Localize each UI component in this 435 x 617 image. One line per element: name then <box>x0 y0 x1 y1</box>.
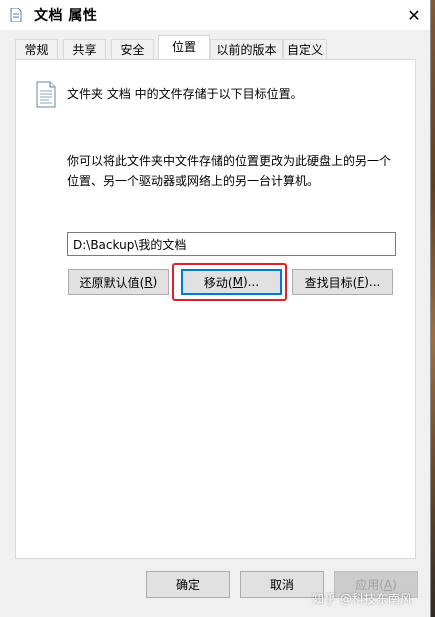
window-title: 文档 属性 <box>34 8 98 24</box>
dialog-footer: 确定 取消 应用(A) <box>0 560 430 617</box>
title-bar[interactable]: 文档 属性 ✕ <box>0 0 430 30</box>
tab-location[interactable]: 位置 <box>158 35 210 59</box>
tab-general[interactable]: 常规 <box>15 39 58 59</box>
document-folder-icon <box>36 81 56 108</box>
tab-sharing[interactable]: 共享 <box>63 39 106 59</box>
watermark: 知乎 @科技东南风 <box>312 592 412 606</box>
ok-button[interactable]: 确定 <box>146 571 230 598</box>
find-accesskey: F <box>357 275 365 289</box>
restore-default-button[interactable]: 还原默认值(R) <box>68 269 169 295</box>
tab-previous-versions[interactable]: 以前的版本 <box>210 39 283 59</box>
find-label-tail: )... <box>364 275 381 289</box>
tab-customize[interactable]: 自定义 <box>283 39 327 59</box>
description-line-1: 你可以将此文件夹中文件存储的位置更改为此硬盘上的另一个 <box>67 154 392 168</box>
find-target-button[interactable]: 查找目标(F)... <box>292 269 393 295</box>
restore-label-tail: ) <box>152 275 158 289</box>
properties-dialog: 文档 属性 ✕ 常规 共享 安全 位置 以前的版本 自定义 文件夹 文档 中的文… <box>0 0 431 617</box>
find-label: 查找目标( <box>304 275 358 290</box>
location-info-text: 文件夹 文档 中的文件存储于以下目标位置。 <box>67 87 303 101</box>
description-line-2: 位置、另一个驱动器或网络上的另一台计算机。 <box>67 174 320 188</box>
target-path-field[interactable] <box>67 232 396 256</box>
location-description: 你可以将此文件夹中文件存储的位置更改为此硬盘上的另一个 位置、另一个驱动器或网络… <box>67 151 407 191</box>
restore-label: 还原默认值( <box>79 275 145 290</box>
document-icon <box>10 8 22 22</box>
move-button-highlight <box>172 263 287 301</box>
close-icon: ✕ <box>407 5 421 25</box>
close-button[interactable]: ✕ <box>398 0 430 30</box>
restore-accesskey: R <box>144 275 153 289</box>
tab-security[interactable]: 安全 <box>111 39 154 59</box>
location-panel: 文件夹 文档 中的文件存储于以下目标位置。 你可以将此文件夹中文件存储的位置更改… <box>15 59 416 559</box>
